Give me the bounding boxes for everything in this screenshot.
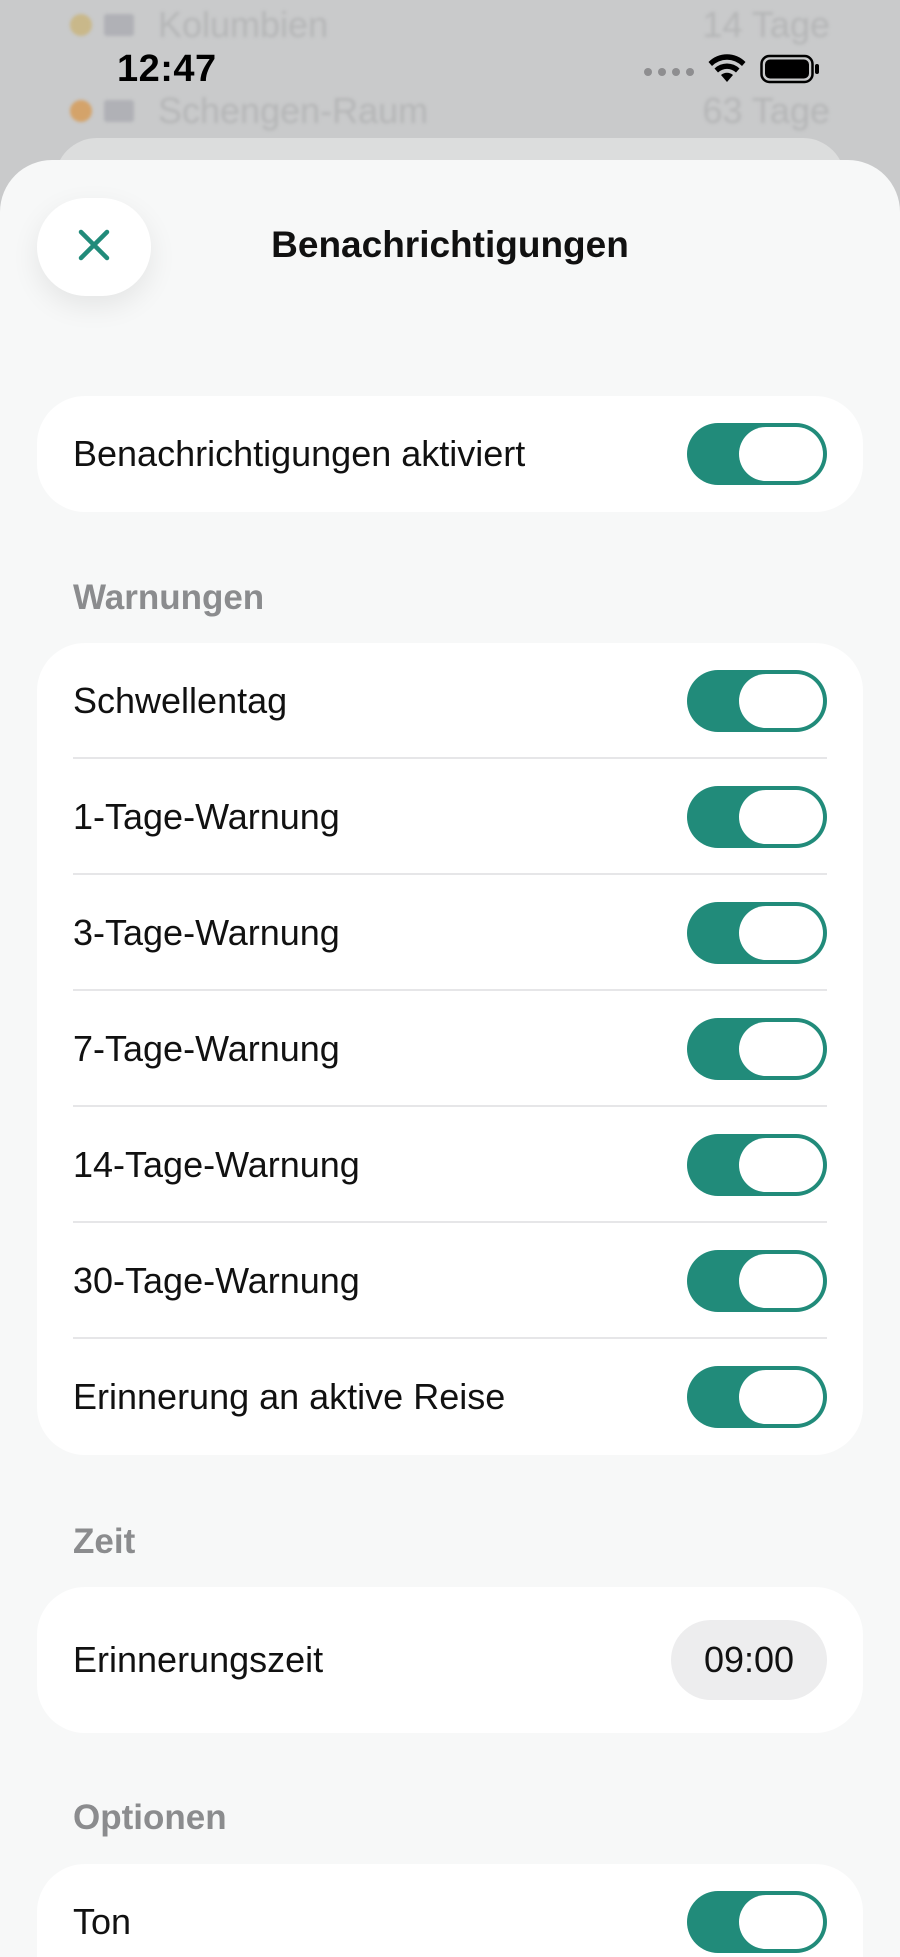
cellular-signal-icon [644, 67, 694, 76]
warning-row-active-trip: Erinnerung an aktive Reise [37, 1339, 863, 1455]
master-toggle-card: Benachrichtigungen aktiviert [37, 396, 863, 512]
warning-row-7-day: 7-Tage-Warnung [37, 991, 863, 1107]
warning-label: 30-Tage-Warnung [73, 1260, 360, 1301]
warnings-card: Schwellentag 1-Tage-Warnung 3-Tage-Warnu… [37, 643, 863, 1455]
14-day-warning-toggle[interactable] [687, 1134, 827, 1196]
warning-label: Schwellentag [73, 680, 288, 721]
1-day-warning-toggle[interactable] [687, 786, 827, 848]
warning-label: 3-Tage-Warnung [73, 912, 340, 953]
warning-row-14-day: 14-Tage-Warnung [37, 1107, 863, 1223]
3-day-warning-toggle[interactable] [687, 902, 827, 964]
notifications-sheet: Benachrichtigungen Benachrichtigungen ak… [0, 160, 900, 1957]
reminder-time-label: Erinnerungszeit [73, 1639, 324, 1680]
warning-row-30-day: 30-Tage-Warnung [37, 1223, 863, 1339]
warning-label: 14-Tage-Warnung [73, 1144, 360, 1185]
30-day-warning-toggle[interactable] [687, 1250, 827, 1312]
7-day-warning-toggle[interactable] [687, 1018, 827, 1080]
time-card: Erinnerungszeit 09:00 [37, 1587, 863, 1733]
wifi-icon [708, 54, 746, 89]
section-header-warnings: Warnungen [73, 578, 265, 617]
option-label: Ton [73, 1901, 132, 1942]
status-time: 12:47 [117, 48, 217, 90]
master-toggle-label: Benachrichtigungen aktiviert [73, 433, 526, 474]
status-bar: 12:47 [0, 0, 900, 140]
reminder-time-picker[interactable]: 09:00 [671, 1620, 827, 1700]
warning-label: Erinnerung an aktive Reise [73, 1376, 506, 1417]
active-trip-reminder-toggle[interactable] [687, 1366, 827, 1428]
threshold-day-toggle[interactable] [687, 670, 827, 732]
options-row-sound: Ton [37, 1864, 863, 1957]
warning-label: 1-Tage-Warnung [73, 796, 340, 837]
reminder-time-row: Erinnerungszeit 09:00 [37, 1587, 863, 1733]
notifications-enabled-toggle[interactable] [687, 423, 827, 485]
master-toggle-row: Benachrichtigungen aktiviert [37, 396, 863, 512]
warning-label: 7-Tage-Warnung [73, 1028, 340, 1069]
options-card: Ton [37, 1864, 863, 1957]
page-title: Benachrichtigungen [271, 224, 629, 265]
sound-toggle[interactable] [687, 1891, 827, 1953]
battery-icon [760, 54, 820, 89]
warning-row-threshold-day: Schwellentag [37, 643, 863, 759]
warning-row-1-day: 1-Tage-Warnung [37, 759, 863, 875]
section-header-options: Optionen [73, 1798, 227, 1837]
warning-row-3-day: 3-Tage-Warnung [37, 875, 863, 991]
section-header-time: Zeit [73, 1522, 136, 1561]
status-icons [644, 54, 820, 89]
